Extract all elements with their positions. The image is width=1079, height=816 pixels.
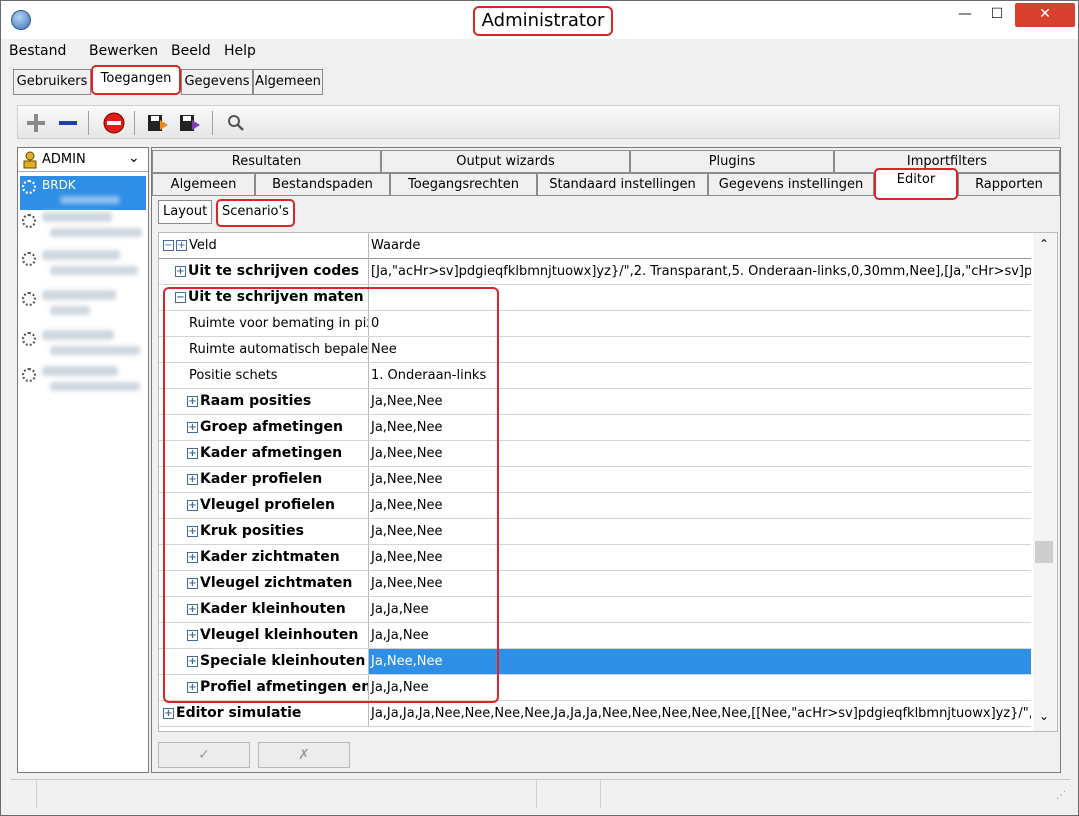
resize-grip-icon[interactable]: ⋰	[1056, 790, 1066, 801]
menu-help[interactable]: Help	[224, 43, 256, 59]
header-waarde: Waarde	[371, 238, 421, 253]
expand-icon[interactable]: +	[175, 265, 186, 277]
search-icon[interactable]	[224, 111, 248, 135]
confirm-button[interactable]: ✓	[158, 742, 250, 768]
cancel-button[interactable]: ✗	[258, 742, 350, 768]
collapse-all-icon[interactable]: −	[163, 240, 174, 251]
maximize-button[interactable]: ☐	[983, 3, 1011, 27]
minimize-button[interactable]: —	[951, 3, 979, 27]
user-list-panel: ADMIN ⌄ BRDK	[17, 147, 149, 773]
subtab-layout[interactable]: Layout	[158, 200, 213, 224]
gear-icon	[22, 292, 36, 306]
stop-icon[interactable]	[102, 111, 126, 135]
tab-algemeen[interactable]: Algemeen	[253, 69, 323, 95]
close-button[interactable]: ✕	[1015, 3, 1075, 27]
menu-beeld[interactable]: Beeld	[171, 43, 211, 59]
status-bar: ⋰	[11, 779, 1070, 809]
table-row[interactable]: + Uit te schrijven codes [Ja,"acHr>sv]pdg…	[159, 259, 1031, 285]
scroll-up-icon[interactable]: ⌃	[1039, 237, 1049, 251]
menu-bestand[interactable]: Bestand	[9, 43, 66, 59]
list-item[interactable]	[20, 328, 146, 362]
tab-gebruikers[interactable]: Gebruikers	[13, 69, 91, 95]
gear-icon	[22, 252, 36, 266]
tab-output-wizards[interactable]: Output wizards	[381, 150, 630, 173]
tab-rapporten[interactable]: Rapporten	[958, 173, 1060, 196]
tab-plugins[interactable]: Plugins	[630, 150, 834, 173]
highlight-box	[163, 287, 499, 703]
menu-bewerken[interactable]: Bewerken	[89, 43, 158, 59]
subtab-scenarios[interactable]: Scenario's	[216, 199, 295, 227]
expand-icon[interactable]: +	[163, 707, 174, 719]
gear-icon	[22, 332, 36, 346]
user-icon	[23, 151, 37, 169]
grid-header: − + Veld Waarde	[159, 233, 1031, 259]
gear-icon	[22, 368, 36, 382]
property-grid: − + Veld Waarde + Uit te schrijven codes [J…	[158, 232, 1058, 732]
save-import-icon[interactable]	[178, 111, 202, 135]
add-icon[interactable]	[24, 111, 48, 135]
vertical-scrollbar[interactable]: ⌃ ⌄	[1033, 233, 1057, 731]
list-item[interactable]	[20, 288, 146, 322]
tab-standaard-instellingen[interactable]: Standaard instellingen	[537, 173, 708, 196]
list-item[interactable]: BRDK	[20, 176, 146, 210]
list-item[interactable]	[20, 210, 146, 244]
header-veld: Veld	[189, 238, 217, 253]
tab-editor[interactable]: Editor	[874, 168, 958, 200]
app-icon	[11, 10, 31, 30]
remove-icon[interactable]	[56, 111, 80, 135]
table-row[interactable]: + Editor simulatie Ja,Ja,Ja,Ja,Nee,Nee,Ne…	[159, 701, 1031, 727]
user-select-value: ADMIN	[42, 152, 86, 167]
tab-gegevens-instellingen[interactable]: Gegevens instellingen	[708, 173, 874, 196]
save-export-icon[interactable]	[146, 111, 170, 135]
tab-toegangen[interactable]: Toegangen	[91, 65, 181, 95]
expand-all-icon[interactable]: +	[176, 240, 187, 251]
list-item[interactable]	[20, 248, 146, 282]
toolbar	[17, 105, 1060, 139]
tab-resultaten[interactable]: Resultaten	[152, 150, 381, 173]
gear-icon	[22, 180, 36, 194]
title-bar: Administrator — ☐ ✕	[1, 1, 1078, 39]
tab-bestandspaden[interactable]: Bestandspaden	[255, 173, 390, 196]
app-window: Administrator — ☐ ✕ Bestand Bewerken Bee…	[0, 0, 1079, 816]
tab-toegangsrechten[interactable]: Toegangsrechten	[390, 173, 537, 196]
gear-icon	[22, 214, 36, 228]
tab-gegevens[interactable]: Gegevens	[181, 69, 253, 95]
menu-bar: Bestand Bewerken Beeld Help	[1, 41, 1078, 63]
tab-algemeen-editor[interactable]: Algemeen	[152, 173, 255, 196]
chevron-down-icon[interactable]: ⌄	[128, 150, 140, 166]
settings-panel: Resultaten Output wizards Plugins Import…	[151, 147, 1061, 773]
window-title: Administrator	[473, 6, 613, 36]
scroll-thumb[interactable]	[1035, 541, 1053, 563]
user-select[interactable]: ADMIN ⌄	[18, 148, 148, 172]
scroll-down-icon[interactable]: ⌄	[1039, 709, 1049, 723]
list-item[interactable]	[20, 364, 146, 398]
